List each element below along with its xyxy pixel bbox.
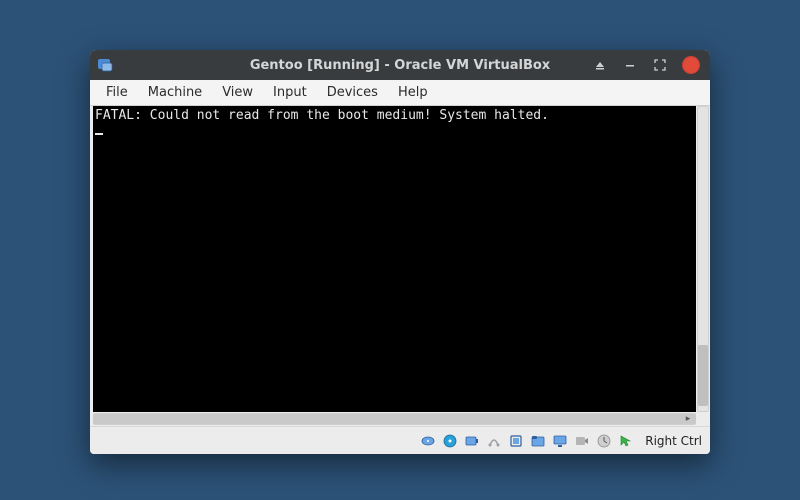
menu-file[interactable]: File [96,82,138,103]
recording-icon[interactable] [573,432,591,450]
hard-disk-icon[interactable] [419,432,437,450]
vertical-scrollbar[interactable] [696,106,710,412]
text-cursor [95,133,103,135]
vm-console[interactable]: FATAL: Could not read from the boot medi… [93,106,696,412]
app-icon [90,56,120,74]
close-icon[interactable] [682,56,700,74]
menu-help[interactable]: Help [388,82,438,103]
host-key-label: Right Ctrl [645,434,702,448]
menu-devices[interactable]: Devices [317,82,388,103]
eject-icon[interactable] [592,57,608,73]
vertical-scrollbar-thumb[interactable] [698,345,708,406]
titlebar[interactable]: Gentoo [Running] - Oracle VM VirtualBox [90,50,710,80]
horizontal-scrollbar-thumb[interactable] [93,414,696,424]
maximize-icon[interactable] [652,57,668,73]
horizontal-scrollbar[interactable]: ◂ ▸ [93,412,696,426]
menu-machine[interactable]: Machine [138,82,212,103]
usb-icon[interactable] [507,432,525,450]
statusbar: Right Ctrl [90,426,710,454]
menu-view[interactable]: View [212,82,263,103]
optical-disk-icon[interactable] [441,432,459,450]
scroll-right-arrow-icon[interactable]: ▸ [682,414,694,424]
console-line: FATAL: Could not read from the boot medi… [95,108,549,123]
network-icon[interactable] [485,432,503,450]
audio-icon[interactable] [463,432,481,450]
shared-folders-icon[interactable] [529,432,547,450]
mouse-integration-icon[interactable] [617,432,635,450]
menubar: File Machine View Input Devices Help [90,80,710,106]
minimize-icon[interactable] [622,57,638,73]
menu-input[interactable]: Input [263,82,317,103]
cpu-icon[interactable] [595,432,613,450]
virtualbox-window: Gentoo [Running] - Oracle VM VirtualBox … [90,50,710,454]
display-icon[interactable] [551,432,569,450]
vm-display-area: FATAL: Could not read from the boot medi… [90,106,710,426]
